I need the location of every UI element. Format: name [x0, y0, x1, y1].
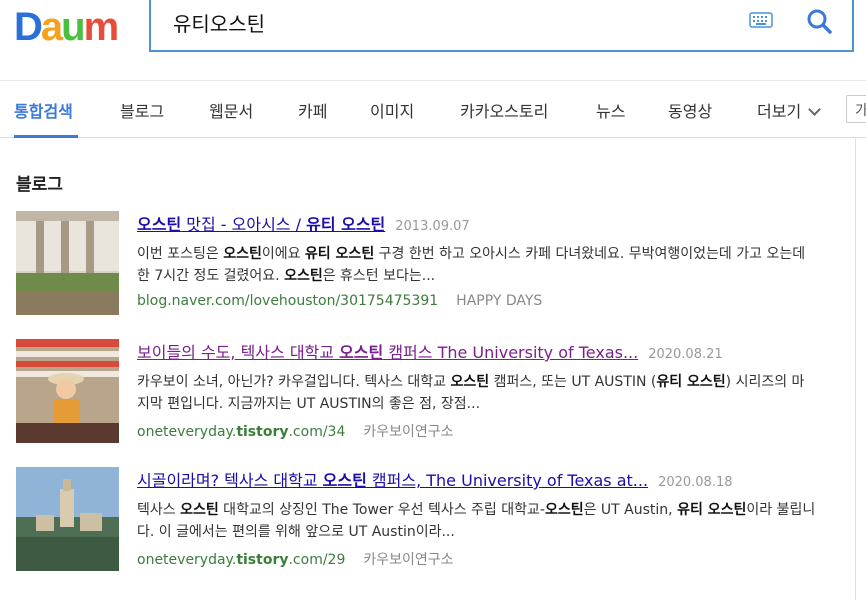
tab-news[interactable]: 뉴스 [596, 98, 625, 122]
highlight-term: 유티 오스틴 [656, 374, 726, 390]
text-fragment: .com/34 [288, 424, 346, 440]
text-fragment: 이에요 [261, 246, 305, 262]
text-fragment: .com/29 [288, 552, 346, 568]
search-tabs: 통합검색 블로그 웹문서 카페 이미지 카카오스토리 뉴스 동영상 더보기 가 [0, 80, 866, 138]
highlight-term: 오스틴 [450, 374, 490, 390]
result-snippet: 텍사스 오스틴 대학교의 상징인 The Tower 우선 텍사스 주립 대학교… [137, 499, 817, 543]
daum-logo[interactable]: Daum [14, 4, 126, 46]
result-title-link[interactable]: 오스틴 맛집 - 오아시스 / 유티 오스틴 [137, 215, 385, 234]
chevron-down-icon [808, 103, 822, 116]
result-date: 2020.08.21 [648, 347, 723, 362]
result-date: 2013.09.07 [395, 219, 470, 234]
highlight-term: 오스틴 [544, 502, 584, 518]
text-fragment: 맛집 - 오아시스 / [181, 215, 307, 234]
highlight-term: 유티 오스틴 [677, 502, 747, 518]
text-fragment: 보이들의 수도, 텍사스 대학교 [137, 343, 340, 362]
result-thumbnail[interactable] [16, 467, 119, 571]
result-url[interactable]: oneteveryday.tistory.com/34 [137, 424, 345, 440]
highlight-term: 오스틴 [339, 343, 384, 362]
tab-more-label: 더보기 [757, 102, 802, 121]
blog-result: 오스틴 맛집 - 오아시스 / 유티 오스틴 2013.09.07 이번 포스팅은… [16, 211, 836, 316]
text-fragment: 카우보이 소녀, 아닌가? 카우걸입니다. 텍사스 대학교 [137, 374, 451, 390]
text-fragment: 캠퍼스 The University of Texas... [383, 343, 639, 362]
result-title-link[interactable]: 보이들의 수도, 텍사스 대학교 오스틴 캠퍼스 The University … [137, 343, 638, 362]
text-fragment: blog.naver.com [137, 293, 245, 309]
highlight-term: 오스틴 [137, 215, 182, 234]
tab-cafe[interactable]: 카페 [298, 98, 327, 122]
text-fragment: 캠퍼스, 또는 UT AUSTIN ( [489, 374, 657, 390]
side-toggle-button[interactable]: 가 [846, 95, 866, 123]
result-title-link[interactable]: 시골이라며? 텍사스 대학교 오스틴 캠퍼스, The University o… [137, 471, 648, 490]
text-fragment: oneteveryday. [137, 552, 237, 568]
text-fragment: 대학교의 상징인 The Tower 우선 텍사스 주립 대학교- [218, 502, 545, 518]
tab-integrated[interactable]: 통합검색 [14, 98, 73, 122]
result-author[interactable]: 카우보이연구소 [363, 424, 453, 440]
highlight-term: 오스틴 [223, 246, 262, 262]
result-snippet: 이번 포스팅은 오스틴이에요 유티 오스틴 구경 한번 하고 오아시스 카페 다… [137, 243, 817, 287]
search-input[interactable] [171, 6, 735, 38]
text-fragment: oneteveryday. [137, 424, 237, 440]
highlight-term: tistory [236, 424, 289, 440]
header: Daum [0, 0, 866, 80]
text-fragment: 은 UT Austin, [583, 502, 678, 518]
result-author[interactable]: 카우보이연구소 [363, 552, 453, 568]
text-fragment: 캠퍼스, The University of Texas at... [366, 471, 649, 490]
divider [855, 138, 856, 600]
tab-video[interactable]: 동영상 [668, 98, 712, 122]
active-tab-indicator [14, 135, 78, 138]
text-fragment: /lovehouston/30175475391 [244, 293, 439, 309]
search-icon[interactable] [806, 8, 832, 34]
result-url[interactable]: blog.naver.com/lovehouston/30175475391 [137, 293, 438, 309]
text-fragment: 시골이라며? 텍사스 대학교 [137, 471, 323, 490]
tab-more[interactable]: 더보기 [757, 98, 822, 122]
highlight-term: 유티 오스틴 [306, 215, 386, 234]
tab-webdocs[interactable]: 웹문서 [209, 98, 253, 122]
blog-result: 보이들의 수도, 텍사스 대학교 오스틴 캠퍼스 The University … [16, 339, 836, 444]
text-fragment: 이번 포스팅은 [137, 246, 224, 262]
result-url[interactable]: oneteveryday.tistory.com/29 [137, 552, 345, 568]
blog-result: 시골이라며? 텍사스 대학교 오스틴 캠퍼스, The University o… [16, 467, 836, 572]
text-fragment: 은 휴스턴 보다는... [322, 268, 436, 284]
result-thumbnail[interactable] [16, 211, 119, 315]
search-box [149, 0, 854, 52]
tab-blog[interactable]: 블로그 [120, 98, 164, 122]
highlight-term: 오스틴 [284, 268, 323, 284]
svg-text:Daum: Daum [14, 5, 118, 46]
section-title: 블로그 [16, 175, 63, 195]
tab-kakaostory[interactable]: 카카오스토리 [460, 98, 548, 122]
result-thumbnail[interactable] [16, 339, 119, 443]
highlight-term: 유티 오스틴 [304, 246, 375, 262]
highlight-term: 오스틴 [322, 471, 367, 490]
tab-images[interactable]: 이미지 [370, 98, 414, 122]
result-author[interactable]: HAPPY DAYS [456, 293, 542, 309]
highlight-term: 오스틴 [180, 502, 219, 518]
result-date: 2020.08.18 [658, 475, 733, 490]
highlight-term: tistory [236, 552, 289, 568]
text-fragment: 텍사스 [137, 502, 181, 518]
result-snippet: 카우보이 소녀, 아닌가? 카우걸입니다. 텍사스 대학교 오스틴 캠퍼스, 또… [137, 371, 817, 415]
keyboard-icon[interactable] [749, 12, 773, 28]
